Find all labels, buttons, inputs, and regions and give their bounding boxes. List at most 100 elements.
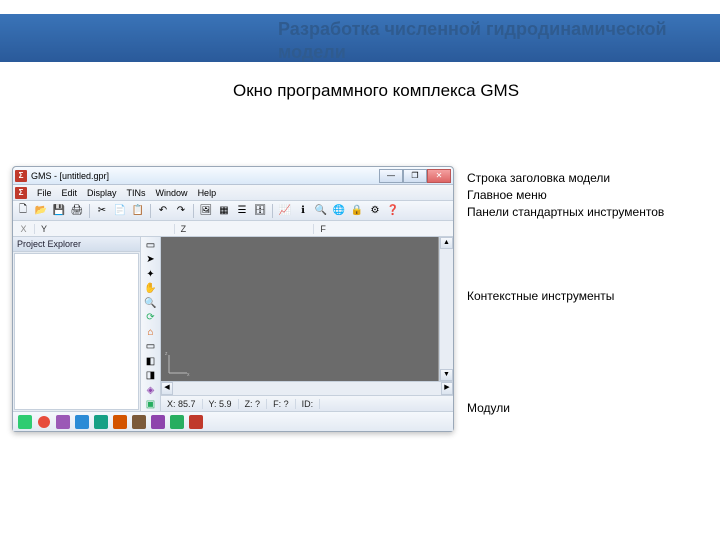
module-5-icon[interactable] — [93, 414, 109, 430]
annotation-menu: Главное меню — [467, 187, 664, 204]
status-bar: X: 85.7 Y: 5.9 Z: ? F: ? ID: — [161, 395, 453, 411]
graphics-viewport[interactable]: z x — [161, 237, 439, 381]
new-icon[interactable]: 🗋 — [15, 203, 31, 219]
pan-tool-icon[interactable]: ✋ — [143, 283, 159, 296]
print-icon[interactable]: 🖨 — [69, 203, 85, 219]
menu-tins[interactable]: TINs — [127, 188, 146, 198]
module-8-icon[interactable] — [150, 414, 166, 430]
module-4-icon[interactable] — [74, 414, 90, 430]
find-icon[interactable]: 🔍 — [313, 203, 329, 219]
layers-icon[interactable]: ☰ — [234, 203, 250, 219]
zoom-tool-icon[interactable]: 🔍 — [143, 297, 159, 310]
pointer-tool-icon[interactable]: ➤ — [143, 254, 159, 267]
axis-triad-icon: z x — [165, 349, 193, 377]
annotation-context-tools: Контекстные инструменты — [467, 288, 614, 305]
rotate-tool-icon[interactable]: ⟳ — [143, 312, 159, 325]
project-explorer: Project Explorer — [13, 237, 141, 411]
status-x: X: 85.7 — [161, 399, 203, 409]
app-window: Σ GMS - [untitled.gpr] — ❐ ✕ Σ File Edit… — [12, 166, 454, 432]
slide-subtitle: Окно программного комплекса GMS — [233, 80, 533, 102]
scroll-down-icon[interactable]: ▼ — [440, 369, 453, 381]
redo-icon[interactable]: ↷ — [173, 203, 189, 219]
globe-icon[interactable]: 🌐 — [331, 203, 347, 219]
coord-z-label: Z — [175, 224, 315, 234]
separator — [193, 204, 194, 218]
separator — [150, 204, 151, 218]
standard-toolbar: 🗋 📂 💾 🖨 ✂ 📄 📋 ↶ ↷ 🖼 ▦ ☰ 🗄 📈 ℹ 🔍 🌐 🔒 ⚙ ❓ — [13, 201, 453, 221]
minimize-button[interactable]: — — [379, 169, 403, 183]
plot-icon[interactable]: 📈 — [277, 203, 293, 219]
module-7-icon[interactable] — [131, 414, 147, 430]
module-10-icon[interactable] — [188, 414, 204, 430]
scroll-up-icon[interactable]: ▲ — [440, 237, 453, 249]
annotation-toolbar: Панели стандартных инструментов — [467, 204, 664, 221]
app-logo-icon: Σ — [15, 170, 27, 182]
lock-icon[interactable]: 🔒 — [349, 203, 365, 219]
module-9-icon[interactable] — [169, 414, 185, 430]
menu-window[interactable]: Window — [156, 188, 188, 198]
coord-f-label: F — [314, 224, 453, 234]
side-view-icon[interactable]: ◨ — [143, 370, 159, 383]
info-icon[interactable]: ℹ — [295, 203, 311, 219]
module-1-icon[interactable] — [17, 414, 33, 430]
scroll-right-icon[interactable]: ▶ — [441, 382, 453, 395]
select-tool-icon[interactable]: ▭ — [143, 239, 159, 252]
settings-icon[interactable]: ⚙ — [367, 203, 383, 219]
paste-icon[interactable]: 📋 — [130, 203, 146, 219]
oblique-view-icon[interactable]: ◈ — [143, 384, 159, 397]
annotation-group-top: Строка заголовка модели Главное меню Пан… — [467, 170, 664, 220]
vertical-scrollbar[interactable]: ▲ ▼ — [439, 237, 453, 381]
module-3-icon[interactable] — [55, 414, 71, 430]
status-f: F: ? — [267, 399, 296, 409]
coord-y-label: Y — [35, 224, 175, 234]
annotation-modules: Модули — [467, 400, 510, 417]
undo-icon[interactable]: ↶ — [155, 203, 171, 219]
mdi-logo-icon: Σ — [15, 187, 27, 199]
svg-text:z: z — [165, 351, 168, 357]
save-icon[interactable]: 💾 — [51, 203, 67, 219]
annotation-titlebar: Строка заголовка модели — [467, 170, 664, 187]
front-view-icon[interactable]: ◧ — [143, 355, 159, 368]
horizontal-scrollbar[interactable]: ◀ ▶ — [161, 381, 453, 395]
module-2-icon[interactable] — [36, 414, 52, 430]
module-6-icon[interactable] — [112, 414, 128, 430]
scroll-left-icon[interactable]: ◀ — [161, 382, 173, 395]
slide-title: Разработка численной гидродинамической м… — [278, 18, 708, 63]
image-icon[interactable]: 🖼 — [198, 203, 214, 219]
module-bar — [13, 411, 453, 431]
open-icon[interactable]: 📂 — [33, 203, 49, 219]
grid-icon[interactable]: ▦ — [216, 203, 232, 219]
menu-file[interactable]: File — [37, 188, 52, 198]
coord-x-label: X — [13, 224, 35, 234]
project-explorer-title: Project Explorer — [13, 237, 140, 252]
database-icon[interactable]: 🗄 — [252, 203, 268, 219]
project-explorer-tree[interactable] — [14, 253, 139, 410]
separator — [89, 204, 90, 218]
close-button[interactable]: ✕ — [427, 169, 451, 183]
cut-icon[interactable]: ✂ — [94, 203, 110, 219]
status-id: ID: — [296, 399, 321, 409]
vertex-tool-icon[interactable]: ✦ — [143, 268, 159, 281]
copy-icon[interactable]: 📄 — [112, 203, 128, 219]
plan-view-icon[interactable]: ▭ — [143, 341, 159, 354]
perspective-view-icon[interactable]: ▣ — [143, 399, 159, 412]
context-toolbar: ▭ ➤ ✦ ✋ 🔍 ⟳ ⌂ ▭ ◧ ◨ ◈ ▣ — [141, 237, 161, 411]
maximize-button[interactable]: ❐ — [403, 169, 427, 183]
scroll-track-v[interactable] — [440, 249, 453, 369]
menu-edit[interactable]: Edit — [62, 188, 78, 198]
menu-help[interactable]: Help — [198, 188, 217, 198]
viewport-container: z x ▲ ▼ ◀ ▶ X: 85.7 Y: 5.9 Z: ? F: — [161, 237, 453, 411]
separator — [272, 204, 273, 218]
frame-tool-icon[interactable]: ⌂ — [143, 326, 159, 339]
status-z: Z: ? — [239, 399, 268, 409]
scroll-track-h[interactable] — [173, 382, 441, 395]
window-title: GMS - [untitled.gpr] — [31, 171, 109, 181]
window-titlebar[interactable]: Σ GMS - [untitled.gpr] — ❐ ✕ — [13, 167, 453, 185]
menu-display[interactable]: Display — [87, 188, 117, 198]
coordinate-bar: X Y Z F — [13, 221, 453, 237]
work-area: Project Explorer ▭ ➤ ✦ ✋ 🔍 ⟳ ⌂ ▭ ◧ ◨ ◈ ▣ — [13, 237, 453, 411]
help-icon[interactable]: ❓ — [385, 203, 401, 219]
svg-text:x: x — [187, 372, 190, 377]
menu-bar: Σ File Edit Display TINs Window Help — [13, 185, 453, 201]
status-y: Y: 5.9 — [203, 399, 239, 409]
